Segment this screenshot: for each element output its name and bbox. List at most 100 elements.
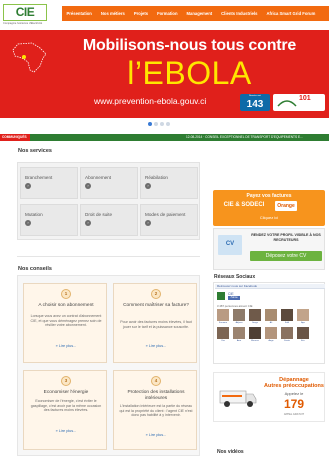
nav-item-projets[interactable]: Projets (129, 11, 152, 16)
services-title: Nos services (18, 148, 52, 154)
card-title[interactable]: Comment maîtriser sa facture? (117, 303, 195, 309)
nav-item-africa-smart-grid[interactable]: Africa Smart Grid Forum (262, 11, 320, 16)
fan-face[interactable]: Adjoua (233, 309, 245, 324)
fan-name: Kouame (218, 322, 228, 324)
service-modes-de-paiement[interactable]: Modes de paiement › (140, 204, 198, 236)
avatar (281, 309, 293, 321)
card-title[interactable]: Protection des installations intérieures (117, 390, 195, 402)
fan-face[interactable]: Koffi (281, 309, 293, 324)
fan-name: Koffi (284, 322, 290, 324)
banner-url[interactable]: www.prevention-ebola.gouv.ci (94, 96, 206, 106)
fan-face[interactable]: Serge (249, 309, 261, 324)
pay-banner-cta[interactable]: Cliquez ici (213, 215, 325, 220)
arrow-right-icon: › (145, 183, 151, 189)
fan-face[interactable]: Aya (297, 309, 309, 324)
nav-item-management[interactable]: Management (182, 11, 217, 16)
read-more-link[interactable]: » Lire plus... (24, 344, 108, 348)
fan-name: Fanta (284, 340, 290, 342)
service-label: Abonnement (85, 175, 112, 180)
logo[interactable]: CIE Compagnie Ivoirienne d'Electricité (3, 4, 47, 28)
service-reabilation[interactable]: Réabilation › (140, 167, 198, 199)
fan-name: Awa (236, 340, 242, 342)
card-body: Lorsque vous avez un contrat d'abonnemen… (30, 314, 102, 327)
like-button[interactable]: J'aime (228, 296, 240, 300)
card-number: 1 (61, 289, 71, 299)
pay-bills-banner[interactable]: Payez vos factures CIE & SODECI Orange C… (213, 190, 325, 226)
conseil-card: 1 A choisir son abonnement Lorsque vous … (23, 283, 107, 363)
service-label: Modes de paiement (145, 212, 186, 217)
fan-faces-grid: Kouame Adjoua Serge Ali Koffi Aya Yao Aw… (217, 309, 317, 342)
carousel-dot[interactable] (166, 122, 170, 126)
fans-count: 3 487 personnes aiment CIE (217, 304, 253, 308)
conseil-card: 4 Protection des installations intérieur… (113, 370, 197, 450)
read-more-link[interactable]: » Lire plus... (114, 344, 198, 348)
page-avatar[interactable] (217, 292, 225, 300)
conseil-card: 3 Economiser l'énergie Economiser de l'é… (23, 370, 107, 450)
card-body: Pour avoir des factures moins élevées, i… (120, 320, 192, 329)
service-abonnement[interactable]: Abonnement › (80, 167, 138, 199)
service-branchement[interactable]: Branchement › (20, 167, 78, 199)
pay-banner-title: Payez vos factures (246, 193, 292, 199)
orange-money-logo: Orange (275, 201, 297, 211)
fan-face[interactable]: Moussa (249, 327, 261, 342)
service-label: Droit de suite (85, 212, 113, 217)
nav-item-formation[interactable]: Formation (153, 11, 182, 16)
submit-cv-button[interactable]: Déposez votre CV (250, 251, 322, 261)
logo-mark: CIE (3, 4, 47, 21)
arrow-right-icon: › (25, 220, 31, 226)
fan-face[interactable]: Ange (265, 327, 277, 342)
fan-face[interactable]: Ali (265, 309, 277, 324)
card-body: L'installation intérieure est la partie … (119, 404, 193, 417)
avatar (233, 327, 245, 339)
card-title[interactable]: Economiser l'énergie (27, 390, 105, 396)
fan-face[interactable]: Kouame (217, 309, 229, 324)
nav-item-clients-industriels[interactable]: Clients Industriels (217, 11, 262, 16)
avatar (265, 309, 277, 321)
avatar (297, 309, 309, 321)
main-nav: Présentation Nos métiers Projets Formati… (62, 6, 329, 21)
avatar (233, 309, 245, 321)
fan-name: Moussa (251, 340, 259, 342)
nav-item-presentation[interactable]: Présentation (62, 11, 96, 16)
avatar (265, 327, 277, 339)
fan-face[interactable]: Eric (297, 327, 309, 342)
depannage-banner[interactable]: Dépannage Autres préoccupations Appelez … (213, 372, 325, 422)
facebook-header[interactable]: Retrouvez nous sur Facebook (215, 284, 325, 289)
arrow-right-icon: › (85, 220, 91, 226)
read-more-link[interactable]: » Lire plus... (24, 429, 108, 433)
hero-banner[interactable]: Mobilisons-nous tous contre l’EBOLA www.… (0, 30, 329, 118)
fan-face[interactable]: Fanta (281, 327, 293, 342)
card-body: Economiser de l'énergie, c'est éviter le… (30, 399, 102, 412)
fan-face[interactable]: Awa (233, 327, 245, 342)
fan-face[interactable]: Yao (217, 327, 229, 342)
conseils-panel: 1 A choisir son abonnement Lorsque vous … (17, 275, 200, 456)
carousel-dot[interactable] (148, 122, 152, 126)
news-ticker: COMMUNIQUÉS 12-08-2014 · CONSEIL EXCEPTI… (0, 134, 329, 141)
arrow-right-icon: › (25, 183, 31, 189)
carousel-dot[interactable] (154, 122, 158, 126)
service-van-icon (219, 390, 257, 407)
hotline2-badge: 101 (273, 94, 325, 111)
avatar (217, 327, 229, 339)
hotline-number: 143 (246, 99, 264, 110)
service-label: Branchement (25, 175, 53, 180)
facebook-widget: Retrouvez nous sur Facebook CIE J'aime 3… (213, 282, 325, 364)
service-droit-de-suite[interactable]: Droit de suite › (80, 204, 138, 236)
avatar (297, 327, 309, 339)
card-title[interactable]: A choisir son abonnement (27, 303, 105, 309)
avatar (281, 327, 293, 339)
carousel-dot[interactable] (160, 122, 164, 126)
africa-map-icon (12, 42, 47, 73)
read-more-link[interactable]: » Lire plus... (114, 433, 198, 437)
avatar (249, 327, 261, 339)
top-bar: CIE Compagnie Ivoirienne d'Electricité P… (0, 0, 329, 30)
videos-title: Nos vidéos (217, 449, 244, 455)
nav-item-metiers[interactable]: Nos métiers (96, 11, 129, 16)
ticker-text[interactable]: 12-08-2014 · CONSEIL EXCEPTIONNEL DE TRA… (186, 134, 303, 141)
card-number: 2 (151, 289, 161, 299)
fan-name: Ali (269, 322, 273, 324)
fan-name: Adjoua (235, 322, 243, 324)
service-mutation[interactable]: Mutation › (20, 204, 78, 236)
logo-subtitle: Compagnie Ivoirienne d'Electricité (3, 22, 43, 25)
cv-icon-label: CV (225, 241, 235, 247)
